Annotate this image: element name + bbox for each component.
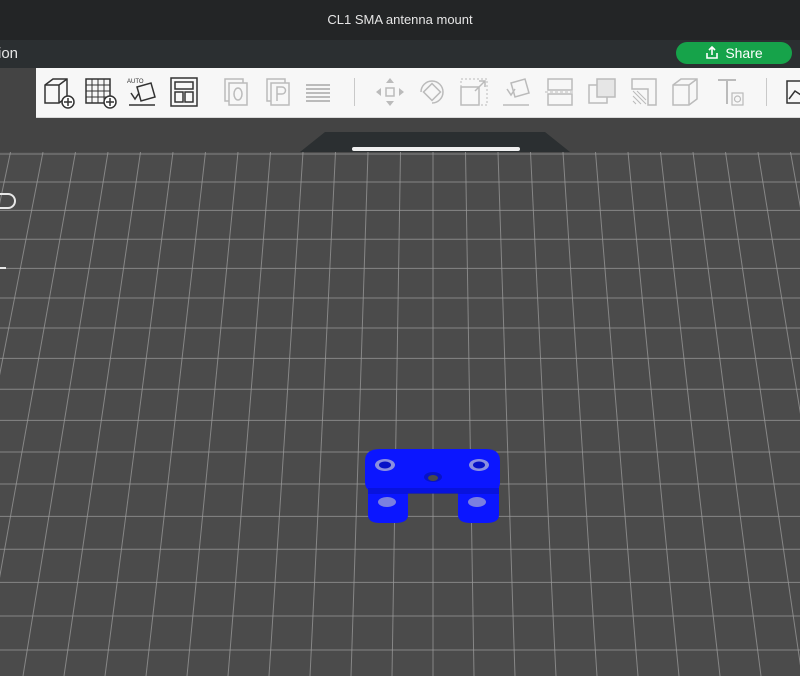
boolean-icon[interactable] — [584, 74, 620, 110]
scale-icon[interactable] — [456, 74, 492, 110]
auto-orient-icon[interactable]: AUTO — [124, 74, 160, 110]
text-icon[interactable] — [712, 74, 748, 110]
share-icon — [706, 46, 719, 59]
cut-icon[interactable] — [542, 74, 578, 110]
share-button[interactable]: Share — [676, 42, 792, 64]
model-object[interactable] — [0, 152, 800, 676]
add-object-icon[interactable] — [40, 74, 76, 110]
left-panel-icons — [0, 193, 16, 269]
lay-on-face-icon[interactable] — [498, 74, 534, 110]
menu-tab-label[interactable]: ion — [0, 45, 18, 62]
move-icon[interactable] — [372, 74, 408, 110]
support-paint-icon[interactable] — [626, 74, 662, 110]
auto-label: AUTO — [127, 79, 144, 85]
arrange-icon[interactable] — [166, 74, 202, 110]
layers-icon[interactable] — [300, 74, 336, 110]
copy-icon[interactable] — [218, 74, 254, 110]
toolbar-separator — [766, 78, 767, 106]
3d-viewport[interactable] — [0, 152, 800, 676]
toolbar-separator — [354, 78, 355, 106]
seam-paint-icon[interactable] — [668, 74, 704, 110]
toolbar-collapse-handle[interactable] — [0, 117, 800, 157]
measure-icon[interactable] — [780, 74, 800, 110]
main-toolbar: AUTO — [36, 68, 800, 118]
share-button-label: Share — [725, 45, 763, 61]
rotate-icon[interactable] — [414, 74, 450, 110]
paste-icon[interactable] — [260, 74, 296, 110]
title-bar: CL1 SMA antenna mount — [0, 0, 800, 40]
add-plate-icon[interactable] — [82, 74, 118, 110]
window-title: CL1 SMA antenna mount — [327, 12, 473, 27]
